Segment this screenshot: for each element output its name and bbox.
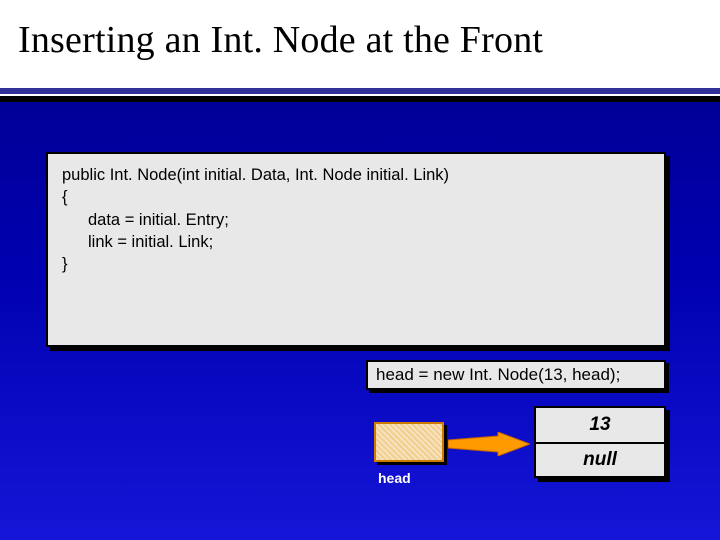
title-bar: Inserting an Int. Node at the Front xyxy=(0,0,720,88)
slide-title: Inserting an Int. Node at the Front xyxy=(18,18,720,62)
arrow-icon xyxy=(448,432,530,456)
linked-list-node: 13 null xyxy=(534,406,666,478)
statement-text: head = new Int. Node(13, head); xyxy=(376,365,620,385)
node-link-cell: null xyxy=(536,442,664,476)
code-signature: public Int. Node(int initial. Data, Int.… xyxy=(62,166,449,184)
divider xyxy=(0,88,720,102)
code-block: public Int. Node(int initial. Data, Int.… xyxy=(46,152,666,347)
code-line-1: data = initial. Entry; xyxy=(62,209,652,231)
node-data-cell: 13 xyxy=(536,408,664,442)
code-open-brace: { xyxy=(62,188,68,206)
code-line-2: link = initial. Link; xyxy=(62,231,652,253)
head-label: head xyxy=(378,470,411,486)
statement-box: head = new Int. Node(13, head); xyxy=(366,360,666,390)
head-pointer-box xyxy=(374,422,444,462)
code-close-brace: } xyxy=(62,255,68,273)
